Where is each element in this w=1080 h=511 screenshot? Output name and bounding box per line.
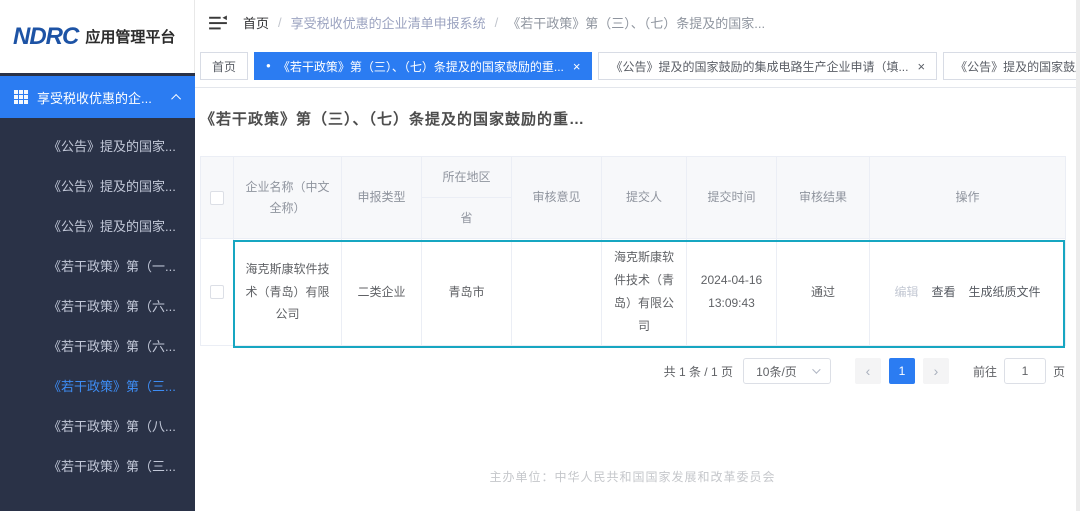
sidebar-item-policy-8[interactable]: 《若干政策》第（八... [0, 407, 195, 447]
topbar: 首页 / 享受税收优惠的企业清单申报系统 / 《若干政策》第（三）、（七）条提及… [195, 0, 1080, 45]
tab-home[interactable]: 首页 [200, 52, 248, 80]
logo-brand-text: NDRC [13, 23, 78, 51]
header-submitter: 提交人 [602, 157, 687, 239]
next-page-button[interactable]: › [923, 358, 949, 384]
logo-product-text: 应用管理平台 [85, 26, 175, 47]
content: 《若干政策》第（三）、（七）条提及的国家鼓励的重… 企业名称（中文全称） 申报类… [195, 88, 1080, 511]
row-checkbox[interactable] [210, 285, 224, 299]
select-all-checkbox[interactable] [210, 191, 224, 205]
next-icon: › [934, 363, 939, 379]
header-review-result: 审核结果 [777, 157, 870, 239]
pagination: 共 1 条 / 1 页 10条/页 ‹ 1 › 前往 页 [200, 358, 1065, 384]
breadcrumb-current: 《若干政策》第（三）、（七）条提及的国家... [507, 13, 765, 32]
grid-icon [14, 90, 28, 104]
sidebar-fold-icon[interactable] [209, 15, 227, 31]
tab-label: 《公告》提及的国家鼓励的集成电路生产企业申请（填... [610, 58, 908, 75]
tab-policy-3-7-active[interactable]: ● 《若干政策》第（三）、（七）条提及的国家鼓励的重... × [254, 52, 592, 80]
prev-page-button[interactable]: ‹ [855, 358, 881, 384]
cell-actions: 编辑 查看 生成纸质文件 [870, 239, 1066, 346]
close-icon[interactable]: × [917, 60, 925, 73]
close-icon[interactable]: × [573, 60, 581, 73]
cell-review-result: 通过 [777, 239, 870, 346]
breadcrumb-separator: / [495, 15, 499, 30]
page-number-1[interactable]: 1 [889, 358, 915, 384]
cell-submit-time: 2024-04-16 13:09:43 [687, 239, 777, 346]
sidebar: NDRC 应用管理平台 享受税收优惠的企... 《公告》提及的国家... 《公告… [0, 0, 195, 511]
chevron-down-icon [812, 365, 820, 373]
breadcrumb-separator: / [278, 15, 282, 30]
app-window: NDRC 应用管理平台 享受税收优惠的企... 《公告》提及的国家... 《公告… [0, 0, 1080, 511]
cell-company: 海克斯康软件技术（青岛）有限公司 [234, 239, 342, 346]
header-declare-type: 申报类型 [342, 157, 422, 239]
header-region-group: 所在地区 [422, 157, 512, 198]
header-review-opinion: 审核意见 [512, 157, 602, 239]
goto-label: 前往 [973, 363, 997, 380]
data-table: 企业名称（中文全称） 申报类型 所在地区 审核意见 提交人 提交时间 审核结果 … [200, 156, 1065, 346]
tab-label: 《公告》提及的国家鼓励的集成电路设计企业申请 [955, 58, 1080, 75]
goto-page: 前往 页 [973, 358, 1065, 384]
sidebar-item-policy-3b[interactable]: 《若干政策》第（三... [0, 447, 195, 487]
tab-label: 《若干政策》第（三）、（七）条提及的国家鼓励的重... [278, 58, 564, 75]
breadcrumb: 首页 / 享受税收优惠的企业清单申报系统 / 《若干政策》第（三）、（七）条提及… [243, 13, 765, 32]
cell-province: 青岛市 [422, 239, 512, 346]
sidebar-item-policy-6b[interactable]: 《若干政策》第（六... [0, 327, 195, 367]
footer-text: 主办单位：中华人民共和国国家发展和改革委员会 [200, 468, 1065, 485]
sidebar-item-announcement-2[interactable]: 《公告》提及的国家... [0, 167, 195, 207]
sidebar-menu: 《公告》提及的国家... 《公告》提及的国家... 《公告》提及的国家... 《… [0, 118, 195, 487]
cell-declare-type: 二类企业 [342, 239, 422, 346]
sidebar-item-policy-3-active[interactable]: 《若干政策》第（三... [0, 367, 195, 407]
breadcrumb-home[interactable]: 首页 [243, 13, 269, 32]
app-logo: NDRC 应用管理平台 [0, 0, 195, 73]
sidebar-group-label: 享受税收优惠的企... [37, 88, 174, 107]
select-all-header [201, 157, 234, 239]
edit-link[interactable]: 编辑 [894, 281, 918, 304]
cell-review-opinion [512, 239, 602, 346]
page-size-value: 10条/页 [756, 363, 797, 380]
sidebar-item-policy-6a[interactable]: 《若干政策》第（六... [0, 287, 195, 327]
generate-paper-link[interactable]: 生成纸质文件 [969, 281, 1041, 304]
active-dot-icon: ● [266, 62, 271, 70]
prev-icon: ‹ [866, 363, 871, 379]
goto-page-input[interactable] [1004, 358, 1046, 384]
sidebar-group-tax-preference[interactable]: 享受税收优惠的企... [0, 76, 195, 118]
view-link[interactable]: 查看 [931, 281, 955, 304]
row-select-cell [201, 239, 234, 346]
breadcrumb-system[interactable]: 享受税收优惠的企业清单申报系统 [291, 13, 486, 32]
tab-announcement-design[interactable]: 《公告》提及的国家鼓励的集成电路设计企业申请 [943, 52, 1080, 80]
tab-announcement-production[interactable]: 《公告》提及的国家鼓励的集成电路生产企业申请（填... × [598, 52, 937, 80]
header-province: 省 [422, 198, 512, 239]
tab-bar: 首页 ● 《若干政策》第（三）、（七）条提及的国家鼓励的重... × 《公告》提… [195, 45, 1080, 88]
table-row: 海克斯康软件技术（青岛）有限公司 二类企业 青岛市 海克斯康软件技术（青岛）有限… [201, 239, 1066, 346]
main-area: 首页 / 享受税收优惠的企业清单申报系统 / 《若干政策》第（三）、（七）条提及… [195, 0, 1080, 511]
page-size-select[interactable]: 10条/页 [743, 358, 831, 384]
cell-submitter: 海克斯康软件技术（青岛）有限公司 [602, 239, 687, 346]
pagination-total: 共 1 条 / 1 页 [664, 363, 733, 380]
header-company: 企业名称（中文全称） [234, 157, 342, 239]
sidebar-item-announcement-1[interactable]: 《公告》提及的国家... [0, 127, 195, 167]
goto-unit: 页 [1053, 363, 1065, 380]
header-actions: 操作 [870, 157, 1066, 239]
sidebar-item-announcement-3[interactable]: 《公告》提及的国家... [0, 207, 195, 247]
sidebar-item-policy-1[interactable]: 《若干政策》第（一... [0, 247, 195, 287]
scrollbar[interactable] [1076, 0, 1080, 511]
tab-label: 首页 [212, 58, 236, 75]
header-submit-time: 提交时间 [687, 157, 777, 239]
page-title: 《若干政策》第（三）、（七）条提及的国家鼓励的重… [200, 108, 1065, 129]
